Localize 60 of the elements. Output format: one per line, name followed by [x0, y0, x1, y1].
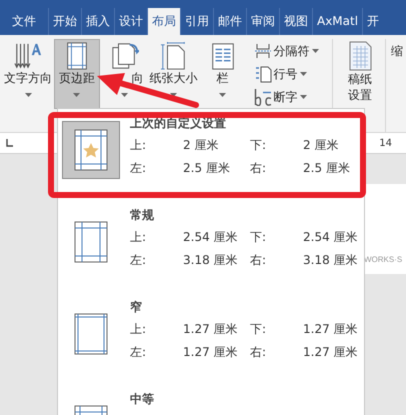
ribbon-button[interactable]: 栏 — [200, 39, 246, 109]
margin-label: 右: — [250, 252, 268, 269]
margin-value: 1.27 厘米 — [183, 344, 239, 361]
margin-label: 左: — [130, 344, 148, 361]
caret-icon — [300, 72, 307, 76]
caret-icon — [24, 93, 32, 97]
page-orientation-icon — [110, 42, 139, 70]
margin-value: 2.5 厘米 — [303, 160, 351, 177]
group-label: 缩 — [390, 43, 404, 60]
menu-item[interactable]: 窄 上: 1.27 厘米 下: 1.27 厘米 左: 1.27 厘米 右: 1.27 厘米 — [58, 293, 364, 385]
ribbon-button[interactable]: 行号 — [254, 64, 326, 84]
caret-icon — [312, 49, 319, 53]
page-break-icon — [254, 42, 272, 60]
ribbon-button[interactable]: 页边距 — [54, 39, 100, 109]
margin-label: 左: — [130, 252, 148, 269]
caret-icon — [300, 95, 307, 99]
line-numbers-icon — [254, 65, 272, 83]
margin-label: 右: — [250, 160, 268, 177]
margin-value: 1.27 厘米 — [303, 321, 359, 338]
margin-label: 上: — [130, 137, 148, 154]
margin-label: 左: — [130, 160, 148, 177]
ruler-number: 14 — [379, 138, 392, 148]
page-layout-icon — [74, 129, 108, 171]
margin-label: 上: — [130, 229, 148, 246]
tab-stop-icon[interactable] — [4, 138, 14, 148]
margin-value: 1.27 厘米 — [303, 344, 359, 361]
ribbon-tab[interactable]: 布局 — [147, 8, 180, 35]
ribbon-button[interactable]: 纸张大小 — [150, 39, 198, 109]
ribbon-tab[interactable]: 文件 — [4, 8, 48, 35]
ribbon-button[interactable]: 稿纸 设置 — [347, 39, 374, 105]
margin-value: 2 厘米 — [303, 137, 340, 154]
margin-value: 1.27 厘米 — [183, 321, 239, 338]
margin-value: 2.54 厘米 — [303, 229, 359, 246]
caret-icon — [73, 93, 80, 97]
caret-icon — [170, 93, 178, 97]
margin-label: 下: — [250, 137, 268, 154]
menu-item[interactable]: 常规 上: 2.54 厘米 下: 2.54 厘米 左: 3.18 厘米 右: 3.18 厘米 — [58, 201, 364, 293]
manuscript-paper-icon — [347, 41, 374, 71]
text-direction-icon — [14, 42, 42, 70]
caret-icon — [219, 93, 226, 97]
margin-value: 2.54 厘米 — [183, 229, 239, 246]
margin-value: 3.18 厘米 — [183, 252, 239, 269]
page-layout-icon — [74, 221, 108, 263]
margin-label: 下: — [250, 229, 268, 246]
ribbon-button[interactable]: 文字方向 — [4, 39, 52, 109]
ribbon-button[interactable]: 断字 — [254, 87, 326, 107]
hyphenation-icon — [254, 88, 272, 106]
item-title: 中等 — [130, 391, 154, 408]
document-text: WORKS·S — [364, 255, 402, 264]
item-title: 窄 — [130, 299, 143, 316]
page-layout-icon — [74, 313, 108, 355]
item-title: 常规 — [130, 207, 155, 224]
menu-item[interactable]: 中等 — [58, 385, 364, 415]
caret-icon — [121, 93, 128, 97]
margin-value: 2 厘米 — [183, 137, 220, 154]
margin-label: 右: — [250, 344, 268, 361]
margin-label: 下: — [250, 321, 268, 338]
margin-value: 2.5 厘米 — [183, 160, 231, 177]
margin-label: 上: — [130, 321, 148, 338]
ribbon-button[interactable]: 分隔符 — [254, 41, 326, 61]
